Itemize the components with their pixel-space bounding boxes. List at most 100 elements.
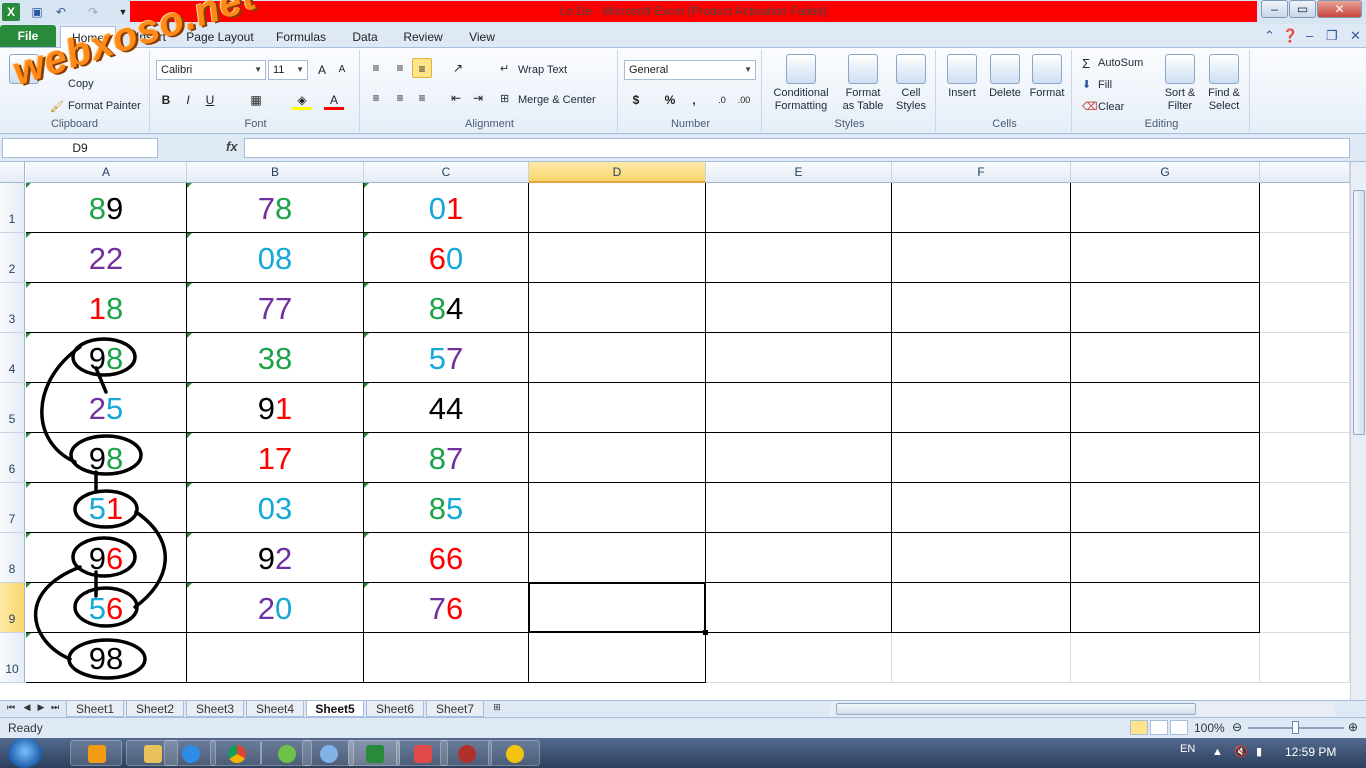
- delete-cells-button[interactable]: Delete: [984, 54, 1026, 100]
- align-top-icon[interactable]: ≡: [366, 58, 386, 78]
- volume-icon[interactable]: 🔇: [1234, 745, 1248, 758]
- normal-view-icon[interactable]: [1130, 720, 1148, 735]
- cell-styles-button[interactable]: Cell Styles: [890, 54, 932, 113]
- sheet-tab-sheet7[interactable]: Sheet7: [426, 701, 484, 717]
- align-left-icon[interactable]: ≡: [366, 88, 386, 108]
- clock[interactable]: 12:59 PM: [1285, 745, 1336, 759]
- grow-font-icon[interactable]: A: [312, 60, 332, 80]
- decrease-decimal-icon[interactable]: .00: [734, 90, 754, 110]
- zoom-level[interactable]: 100%: [1194, 721, 1225, 735]
- workbook-minimize-icon[interactable]: ‒: [1306, 28, 1313, 43]
- horizontal-scrollbar[interactable]: [830, 702, 1335, 716]
- orientation-icon[interactable]: ↗: [448, 58, 468, 78]
- autosum-button[interactable]: AutoSum: [1098, 57, 1143, 69]
- find-label: Find &: [1208, 87, 1240, 99]
- sheet-tab-sheet6[interactable]: Sheet6: [366, 701, 424, 717]
- help-icon[interactable]: ❓: [1282, 28, 1298, 44]
- first-sheet-icon[interactable]: ⏮: [4, 702, 18, 713]
- tab-review[interactable]: Review: [400, 26, 446, 48]
- align-right-icon[interactable]: ≡: [412, 88, 432, 108]
- increase-indent-icon[interactable]: ⇥: [468, 88, 488, 108]
- fill-button[interactable]: Fill: [1098, 79, 1112, 91]
- decrease-indent-icon[interactable]: ⇤: [446, 88, 466, 108]
- borders-icon[interactable]: ▦: [246, 90, 266, 110]
- taskbar-app9[interactable]: [440, 740, 492, 766]
- start-button[interactable]: [8, 738, 42, 768]
- align-middle-icon[interactable]: ≡: [390, 58, 410, 78]
- zoom-out-icon[interactable]: ⊖: [1232, 720, 1242, 734]
- page-layout-view-icon[interactable]: [1150, 720, 1168, 735]
- format-cells-button[interactable]: Format: [1026, 54, 1068, 100]
- zoom-in-icon[interactable]: ⊕: [1348, 720, 1358, 734]
- increase-decimal-icon[interactable]: .0: [712, 90, 732, 110]
- insert-cells-button[interactable]: Insert: [942, 54, 982, 100]
- name-box[interactable]: D9: [2, 138, 158, 158]
- insert-function-icon[interactable]: fx: [226, 139, 238, 154]
- bold-button[interactable]: B: [156, 90, 176, 110]
- sort-filter-button[interactable]: Sort & Filter: [1158, 54, 1202, 113]
- minimize-button[interactable]: ‒: [1261, 0, 1288, 18]
- minimize-ribbon-icon[interactable]: ⌃: [1264, 28, 1275, 44]
- conditional-formatting-button[interactable]: Conditional Formatting: [766, 54, 836, 113]
- taskbar-app10[interactable]: [488, 740, 540, 766]
- taskbar-app6[interactable]: [302, 740, 354, 766]
- redo-icon[interactable]: ↷: [84, 3, 102, 21]
- sheet-tab-sheet5[interactable]: Sheet5: [306, 701, 364, 717]
- comma-button[interactable]: ,: [684, 90, 704, 110]
- horizontal-scroll-thumb[interactable]: [836, 703, 1196, 715]
- find-select-button[interactable]: Find & Select: [1202, 54, 1246, 113]
- taskbar-media-player[interactable]: [70, 740, 122, 766]
- workbook-close-icon[interactable]: ✕: [1350, 28, 1361, 44]
- tray-arrow-icon[interactable]: ▲: [1212, 746, 1223, 758]
- align-bottom-icon[interactable]: ≡: [412, 58, 432, 78]
- font-name-value: Calibri: [161, 64, 193, 76]
- network-icon[interactable]: ▮: [1256, 745, 1262, 758]
- wrap-text-button[interactable]: Wrap Text: [518, 64, 567, 76]
- font-name-select[interactable]: Calibri ▼: [156, 60, 266, 80]
- clipboard-label: Clipboard: [50, 118, 99, 130]
- taskbar-ie[interactable]: [164, 740, 216, 766]
- tab-formulas[interactable]: Formulas: [272, 26, 330, 48]
- taskbar-chrome[interactable]: [210, 740, 262, 766]
- vertical-scroll-thumb[interactable]: [1353, 190, 1365, 435]
- tab-view[interactable]: View: [462, 26, 502, 48]
- language-indicator[interactable]: EN: [1180, 743, 1195, 755]
- zoom-slider-thumb[interactable]: [1292, 721, 1299, 734]
- fill-color-icon[interactable]: ◈: [292, 90, 312, 110]
- format-as-table-button[interactable]: Format as Table: [836, 54, 890, 113]
- percent-button[interactable]: %: [660, 90, 680, 110]
- sheet-tab-sheet4[interactable]: Sheet4: [246, 701, 304, 717]
- format-painter-button[interactable]: Format Painter: [68, 100, 141, 112]
- font-color-icon[interactable]: A: [324, 90, 344, 110]
- currency-button[interactable]: $: [626, 90, 646, 110]
- sheet-tab-sheet1[interactable]: Sheet1: [66, 701, 124, 717]
- sheet-tab-sheet3[interactable]: Sheet3: [186, 701, 244, 717]
- number-format-select[interactable]: General ▼: [624, 60, 756, 80]
- worksheet-grid: A B C D E F G 1 89 78 01 2 22 08 60 3 18 77 84 4 98 38 57 5 25 91…: [0, 162, 1350, 700]
- excel-app-icon[interactable]: X: [2, 3, 20, 21]
- formula-input[interactable]: [244, 138, 1350, 158]
- restore-button[interactable]: ▭: [1289, 0, 1316, 18]
- next-sheet-icon[interactable]: ▶: [34, 702, 48, 713]
- save-icon[interactable]: ▣: [28, 3, 46, 21]
- align-center-icon[interactable]: ≡: [390, 88, 410, 108]
- shrink-font-icon[interactable]: A: [332, 60, 352, 80]
- workbook-restore-icon[interactable]: ❐: [1326, 28, 1338, 44]
- underline-button[interactable]: U: [200, 90, 220, 110]
- copy-button[interactable]: Copy: [68, 78, 94, 90]
- close-button[interactable]: ✕: [1317, 0, 1362, 18]
- app-icon: [278, 745, 296, 763]
- last-sheet-icon[interactable]: ⏭: [48, 702, 62, 713]
- italic-button[interactable]: I: [178, 90, 198, 110]
- taskbar-excel[interactable]: [348, 740, 400, 766]
- sheet-tab-sheet2[interactable]: Sheet2: [126, 701, 184, 717]
- tab-data[interactable]: Data: [346, 26, 384, 48]
- insert-sheet-icon[interactable]: ⊞: [490, 702, 504, 713]
- vertical-scrollbar[interactable]: [1350, 162, 1366, 700]
- undo-icon[interactable]: ↶: [52, 3, 70, 21]
- page-break-view-icon[interactable]: [1170, 720, 1188, 735]
- font-size-select[interactable]: 11 ▼: [268, 60, 308, 80]
- merge-center-button[interactable]: Merge & Center: [518, 94, 596, 106]
- clear-button[interactable]: Clear: [1098, 101, 1124, 113]
- prev-sheet-icon[interactable]: ◀: [20, 702, 34, 713]
